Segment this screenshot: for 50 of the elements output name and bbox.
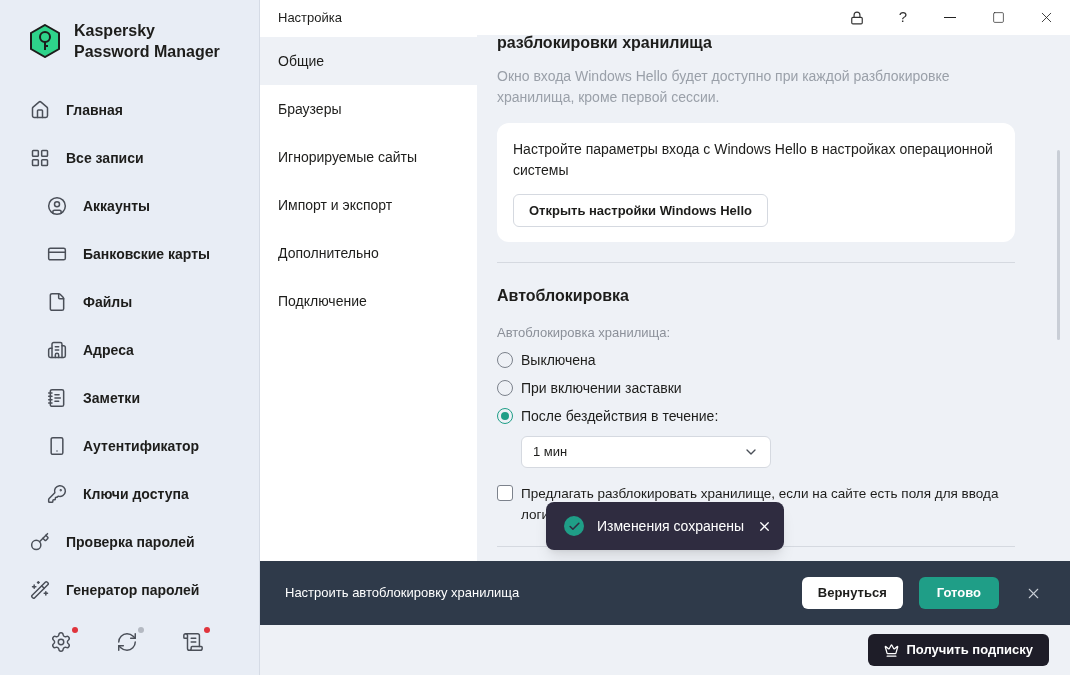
help-button[interactable]: ? (880, 0, 926, 35)
phone-icon (47, 436, 67, 456)
sidebar-item[interactable]: Ключи доступа (0, 470, 259, 518)
app-name: Kaspersky Password Manager (74, 21, 220, 62)
field-label: Автоблокировка хранилища: (497, 324, 672, 342)
logo-icon (28, 24, 62, 58)
crown-icon (883, 642, 899, 658)
subscribe-button[interactable]: Получить подписку (867, 634, 1049, 666)
key-icon (30, 532, 50, 552)
magic-wand-icon (30, 580, 50, 600)
success-icon (564, 516, 584, 536)
sidebar-item[interactable]: Аутентификатор (0, 422, 259, 470)
sidebar-item[interactable]: Заметки (0, 374, 259, 422)
sidebar-item[interactable]: Файлы (0, 278, 259, 326)
card-icon (47, 244, 67, 264)
sidebar-item[interactable]: Адреса (0, 326, 259, 374)
home-icon (30, 100, 50, 120)
checkbox[interactable] (497, 484, 513, 501)
toast-message: Изменения сохранены (597, 516, 745, 536)
section-title: Автоблокировка (497, 286, 630, 306)
description: Окно входа Windows Hello будет доступно при каждой разблокировке хранилища, кроме первой сессии. (497, 67, 951, 107)
sidebar-item[interactable]: Генератор паролей (0, 566, 259, 614)
radio-option[interactable]: После бездействия в течение: (497, 406, 1015, 426)
sidebar-item[interactable]: Все записи (0, 134, 259, 182)
sidebar-item[interactable]: Аккаунты (0, 182, 259, 230)
lock-icon (850, 10, 864, 25)
sidebar-item[interactable]: Главная (0, 86, 259, 134)
settings-nav-item[interactable]: Общие (260, 37, 477, 85)
info-text: Настройте параметры входа с Windows Hello в настройках операционной системы (513, 140, 994, 180)
back-button[interactable]: Вернуться (801, 577, 903, 609)
maximize-icon (991, 11, 1005, 24)
duration-dropdown[interactable]: 1 мин (521, 435, 771, 468)
building-icon (47, 340, 67, 360)
radio-option[interactable]: Выключена (497, 350, 1015, 370)
notepad-icon (47, 388, 67, 408)
section-heading: разблокировки хранилища (497, 35, 713, 53)
sidebar-item[interactable]: Проверка паролей (0, 518, 259, 566)
radio-option[interactable]: При включении заставки (497, 378, 1015, 398)
grid-icon (30, 148, 50, 168)
sidebar-item[interactable]: Банковские карты (0, 230, 259, 278)
open-settings-button[interactable]: Открыть настройки Windows Hello (513, 194, 768, 227)
minimize-icon (944, 17, 956, 18)
key-icon (47, 484, 67, 504)
document-icon (181, 631, 204, 653)
settings-icon (49, 631, 72, 653)
file-icon (47, 292, 67, 312)
window-title: Настройка (278, 8, 342, 27)
user-icon (47, 196, 67, 216)
banner-text: Настроить автоблокировку хранилища (285, 584, 520, 603)
sync-icon (115, 631, 138, 653)
